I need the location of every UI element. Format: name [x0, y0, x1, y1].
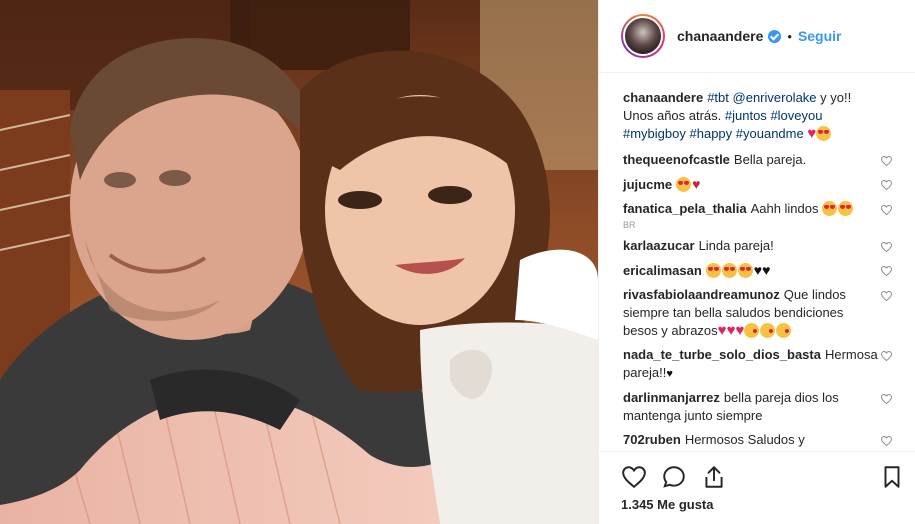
heart-eyes-emoji-icon: [737, 263, 753, 278]
heart-outline-icon[interactable]: [621, 464, 647, 490]
comment-username[interactable]: thequeenofcastle: [623, 152, 730, 167]
comment-like-heart-icon[interactable]: [880, 349, 893, 362]
comment-item: darlinmanjarrez bella pareja dios los man…: [623, 389, 895, 425]
likes-count[interactable]: 1.345 Me gusta: [621, 497, 714, 512]
black-heart-emoji-icon: ♥: [762, 262, 771, 278]
verified-badge-icon: [768, 29, 782, 43]
black-heart-emoji-icon: ♥: [753, 262, 763, 278]
comment-username[interactable]: nada_te_turbe_solo_dios_basta: [623, 347, 821, 362]
comment-item: jujucme ♥: [623, 175, 895, 194]
comment-meta: BR: [623, 220, 636, 230]
share-arrow-icon[interactable]: [701, 464, 727, 490]
heart-eyes-emoji-icon: [822, 201, 838, 216]
comment-username[interactable]: rivasfabiolaandreamunoz: [623, 287, 780, 302]
comment-text: Linda pareja!: [698, 238, 774, 253]
caption-username[interactable]: chanaandere: [623, 90, 703, 105]
comment-like-heart-icon[interactable]: [880, 289, 893, 302]
hashtag-link[interactable]: #loveyou: [770, 108, 822, 123]
hashtag-link[interactable]: #happy: [690, 126, 733, 141]
kissing-face-emoji-icon: [760, 323, 776, 338]
author-username[interactable]: chanaandere: [677, 28, 763, 44]
post-photo[interactable]: [0, 0, 598, 524]
broken-heart-emoji-icon: ♥: [692, 176, 701, 192]
heart-eyes-emoji-icon: [705, 263, 721, 278]
black-heart-emoji-icon: ♥: [666, 368, 673, 380]
red-heart-emoji-icon: ♥: [807, 125, 817, 142]
comment-item: nada_te_turbe_solo_dios_basta Hermosa par…: [623, 346, 895, 383]
comment-text: Bella pareja.: [733, 152, 807, 167]
comment-item: rivasfabiolaandreamunoz Que lindos siempr…: [623, 286, 895, 340]
hashtag-link[interactable]: #youandme: [736, 126, 804, 141]
comment-username[interactable]: jujucme: [623, 177, 672, 192]
comment-like-heart-icon[interactable]: [880, 178, 893, 191]
comment-like-heart-icon[interactable]: [880, 203, 893, 216]
kissing-face-emoji-icon: [744, 323, 760, 338]
heart-eyes-emoji-icon: [816, 126, 832, 141]
heart-eyes-emoji-icon: [676, 177, 692, 192]
avatar[interactable]: [623, 16, 663, 56]
follow-button[interactable]: Seguir: [798, 28, 842, 44]
comment-item: fanatica_pela_thalia Aahh lindos BR: [623, 200, 895, 231]
comment-username[interactable]: darlinmanjarrez: [623, 390, 720, 405]
comment-item: 702rubenHermosos Saludos y bendiciones: [623, 431, 895, 451]
header-separator: •: [787, 28, 792, 44]
hashtag-link[interactable]: #tbt: [707, 90, 729, 105]
comment-like-heart-icon[interactable]: [880, 434, 893, 447]
hashtag-link[interactable]: #juntos: [725, 108, 767, 123]
comment-username[interactable]: karlaazucar: [623, 238, 695, 253]
comment-text: Aahh lindos: [750, 201, 823, 216]
action-bar: [599, 451, 915, 490]
comments-list[interactable]: chanaandere #tbt @enriverolake y yo!! Uno…: [599, 73, 915, 451]
avatar-story-ring[interactable]: [621, 14, 665, 58]
speech-bubble-icon[interactable]: [661, 464, 687, 490]
post-caption: chanaandere #tbt @enriverolake y yo!! Uno…: [623, 89, 895, 143]
bookmark-icon[interactable]: [879, 464, 905, 490]
red-heart-emoji-icon: ♥: [735, 322, 745, 339]
comment-item: thequeenofcastle Bella pareja.: [623, 151, 895, 169]
post-header: chanaandere • Seguir: [599, 0, 915, 73]
comment-username[interactable]: 702ruben: [623, 432, 681, 447]
red-heart-emoji-icon: ♥: [717, 322, 727, 339]
heart-eyes-emoji-icon: [721, 263, 737, 278]
comment-like-heart-icon[interactable]: [880, 264, 893, 277]
comment-username[interactable]: ericalimasan: [623, 263, 702, 278]
comment-username[interactable]: fanatica_pela_thalia: [623, 201, 747, 216]
hashtag-link[interactable]: #mybigboy: [623, 126, 686, 141]
hashtag-link[interactable]: @enriverolake: [733, 90, 817, 105]
comment-like-heart-icon[interactable]: [880, 392, 893, 405]
post-side-panel: chanaandere • Seguir chanaandere #tbt @en…: [598, 0, 915, 524]
comment-item: karlaazucar Linda pareja!: [623, 237, 895, 255]
comment-like-heart-icon[interactable]: [880, 240, 893, 253]
kissing-face-emoji-icon: [776, 323, 792, 338]
couple-photo-illustration: [0, 0, 598, 524]
comment-like-heart-icon[interactable]: [880, 154, 893, 167]
comment-item: ericalimasan ♥♥: [623, 261, 895, 280]
heart-eyes-emoji-icon: [838, 201, 854, 216]
instagram-post: chanaandere • Seguir chanaandere #tbt @en…: [0, 0, 915, 524]
